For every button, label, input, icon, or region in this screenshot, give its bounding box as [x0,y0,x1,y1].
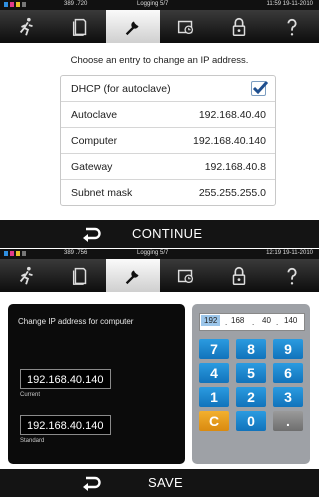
status-code: 389 .720 [64,1,88,7]
document-icon [72,18,86,36]
padlock-icon [233,266,246,285]
bottom-bar: CONTINUE [0,220,319,248]
status-menu-position: Logging 5/7 [137,250,169,256]
running-person-icon [19,17,33,36]
bottom-bar: SAVE [0,469,319,497]
tab-lock[interactable] [213,259,266,292]
status-menu-position: Logging 5/7 [137,1,169,7]
status-bar: 389 .720 Logging 5/7 11:59 19-11-2010 [0,0,319,10]
tab-timer[interactable] [160,259,213,292]
status-code: 389 .756 [64,250,88,256]
row-value: 192.168.40.140 [193,134,266,147]
row-label: Autoclave [71,108,118,121]
running-person-icon [19,266,33,285]
key-5[interactable]: 5 [236,363,266,383]
ip-edit-panel: Change IP address for computer 192.168.4… [8,304,185,464]
tab-timer[interactable] [160,10,213,43]
ip-address-list: DHCP (for autoclave) Autoclave 192.168.4… [60,75,276,206]
key-3[interactable]: 3 [273,387,303,407]
tab-help[interactable] [266,10,319,43]
key-0[interactable]: 0 [236,411,266,431]
row-label: Gateway [71,160,113,173]
tab-logs[interactable] [53,10,106,43]
tab-setup[interactable] [106,10,160,43]
back-button[interactable] [76,224,106,244]
standard-label: Standard [20,438,45,444]
camera-timer-icon [178,20,194,34]
tab-lock[interactable] [213,10,266,43]
wrench-icon [125,21,139,35]
ip-octet-field: 192 . 168 . 40 . 140 [199,313,305,331]
tab-bar [0,259,319,292]
status-datetime: 11:59 19-11-2010 [266,1,313,7]
list-item-gateway[interactable]: Gateway 192.168.40.8 [61,154,275,180]
row-label: DHCP (for autoclave) [71,82,171,95]
tab-logs[interactable] [53,259,106,292]
key-clear[interactable]: C [199,411,229,431]
row-value: 192.168.40.8 [204,160,266,173]
row-label: Computer [71,134,118,147]
checkmark-icon [252,80,268,95]
list-item-autoclave[interactable]: Autoclave 192.168.40.40 [61,102,275,128]
octet-2[interactable]: 168 [231,316,244,325]
key-8[interactable]: 8 [236,339,266,359]
status-indicators [4,2,26,7]
current-ip-value: 192.168.40.140 [20,369,111,389]
octet-separator: . [252,318,255,327]
document-icon [72,267,86,285]
row-label: Subnet mask [71,186,133,199]
key-9[interactable]: 9 [273,339,303,359]
tab-help[interactable] [266,259,319,292]
help-icon [287,18,297,36]
camera-timer-icon [178,269,194,283]
list-item-subnet-mask[interactable]: Subnet mask 255.255.255.0 [61,180,275,205]
row-value: 255.255.255.0 [198,186,266,199]
numeric-keypad: 192 . 168 . 40 . 140 7 8 9 4 5 6 1 2 3 C… [192,304,310,464]
key-6[interactable]: 6 [273,363,303,383]
continue-button[interactable]: CONTINUE [132,226,202,241]
list-item-computer[interactable]: Computer 192.168.40.140 [61,128,275,154]
octet-1[interactable]: 192 [201,315,221,326]
status-indicators [4,251,26,256]
change-ip-screen: 389 .756 Logging 5/7 12:19 19-11-2010 Ch… [0,249,319,497]
list-item-dhcp[interactable]: DHCP (for autoclave) [61,76,275,102]
key-dot[interactable]: . [273,411,303,431]
back-button[interactable] [76,473,106,493]
key-2[interactable]: 2 [236,387,266,407]
octet-separator: . [276,318,279,327]
tab-setup[interactable] [106,259,160,292]
instruction-text: Choose an entry to change an IP address. [70,55,249,66]
help-icon [287,267,297,285]
key-7[interactable]: 7 [199,339,229,359]
current-label: Current [20,392,41,398]
dhcp-checkbox[interactable] [251,80,268,96]
wrench-icon [125,270,139,284]
padlock-icon [233,17,246,36]
tab-program[interactable] [0,10,53,43]
octet-separator: . [225,318,228,327]
row-value: 192.168.40.40 [198,108,266,121]
ip-settings-screen: 389 .720 Logging 5/7 11:59 19-11-2010 Ch… [0,0,319,248]
back-arrow-icon [83,476,101,491]
status-bar: 389 .756 Logging 5/7 12:19 19-11-2010 [0,249,319,259]
octet-4[interactable]: 140 [284,316,297,325]
save-button[interactable]: SAVE [148,475,183,490]
standard-ip-value[interactable]: 192.168.40.140 [20,415,111,435]
octet-3[interactable]: 40 [262,316,271,325]
status-datetime: 12:19 19-11-2010 [266,250,313,256]
tab-program[interactable] [0,259,53,292]
panel-title: Change IP address for computer [18,317,134,326]
back-arrow-icon [83,227,101,242]
keypad-keys: 7 8 9 4 5 6 1 2 3 C 0 . [199,339,303,431]
key-1[interactable]: 1 [199,387,229,407]
tab-bar [0,10,319,43]
key-4[interactable]: 4 [199,363,229,383]
